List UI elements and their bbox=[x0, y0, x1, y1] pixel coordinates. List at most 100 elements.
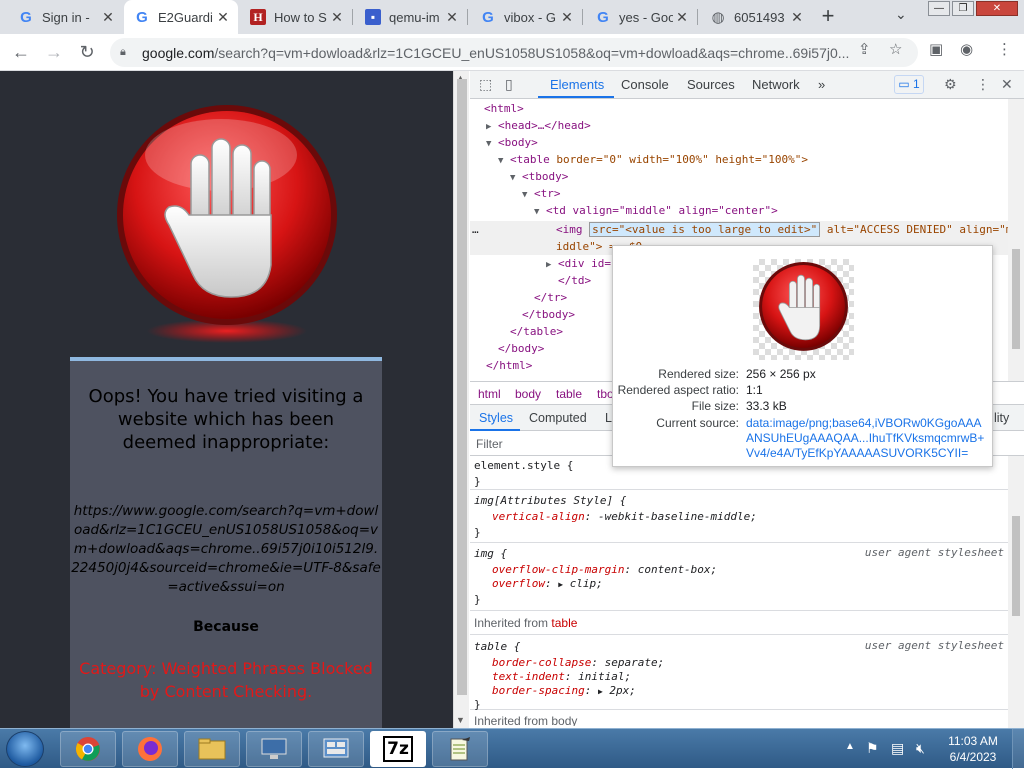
taskbar-notepad[interactable] bbox=[432, 731, 488, 767]
dom-node[interactable]: </td> bbox=[558, 272, 591, 289]
tab-computed[interactable]: Computed bbox=[529, 411, 587, 425]
styles-filter-input[interactable]: Filter bbox=[476, 437, 503, 451]
tab-6051493[interactable]: ◍ 6051493 ✕ bbox=[700, 0, 812, 34]
close-icon[interactable]: ✕ bbox=[558, 9, 576, 26]
current-source-link[interactable]: data:image/png;base64,iVBORw0KGgoAAAANSU… bbox=[746, 416, 986, 461]
dom-node[interactable]: <html> bbox=[484, 100, 524, 117]
tab-network[interactable]: Network bbox=[752, 77, 800, 92]
inspect-element-icon[interactable]: ⬚ bbox=[479, 76, 492, 93]
css-property[interactable]: border-collapse bbox=[492, 656, 591, 669]
scrollbar-thumb[interactable] bbox=[457, 79, 467, 695]
close-devtools-icon[interactable]: ✕ bbox=[1001, 76, 1013, 93]
collapse-triangle-icon[interactable]: ▼ bbox=[486, 136, 498, 153]
devtools-menu-icon[interactable]: ⋮ bbox=[976, 76, 990, 93]
dom-node[interactable]: </table> bbox=[510, 323, 563, 340]
action-center-flag-icon[interactable]: ⚑ bbox=[866, 740, 879, 757]
minimize-button[interactable]: — bbox=[928, 1, 950, 16]
dom-ellipsis[interactable]: … bbox=[472, 221, 479, 238]
close-icon[interactable]: ✕ bbox=[328, 9, 346, 26]
expand-triangle-icon[interactable]: ▶ bbox=[546, 257, 558, 274]
rule-img-attributes[interactable]: img[Attributes Style] { vertical-align: … bbox=[470, 491, 1008, 543]
profile-avatar-icon[interactable]: ◉ bbox=[960, 40, 973, 58]
close-icon[interactable]: ✕ bbox=[443, 9, 461, 26]
share-icon[interactable]: ⇪ bbox=[858, 40, 871, 58]
reload-icon[interactable]: ↻ bbox=[75, 40, 99, 64]
rule-table[interactable]: table { user agent stylesheet border-col… bbox=[470, 634, 1008, 711]
dom-node[interactable]: ▶ <div id=" bbox=[546, 255, 618, 272]
network-icon[interactable]: ▤ bbox=[891, 740, 904, 757]
css-property[interactable]: overflow bbox=[492, 577, 545, 590]
crumb-body[interactable]: body bbox=[515, 387, 541, 401]
tab-elements[interactable]: Elements bbox=[550, 77, 604, 92]
more-tabs-button[interactable]: » bbox=[818, 77, 825, 92]
dom-node[interactable]: ▼ <tbody> bbox=[510, 168, 568, 185]
new-tab-button[interactable]: + bbox=[816, 4, 840, 28]
show-hidden-icons-icon[interactable]: ▲ bbox=[845, 741, 855, 752]
tab-search-chevron-icon[interactable]: ⌄ bbox=[895, 6, 907, 23]
taskbar-chrome[interactable] bbox=[60, 731, 116, 767]
tab-e2guardian[interactable]: G E2Guardi ✕ bbox=[124, 0, 238, 34]
collapse-triangle-icon[interactable]: ▼ bbox=[522, 187, 534, 204]
dom-node[interactable]: ▼ <table border="0" width="100%" height="… bbox=[498, 151, 808, 168]
collapse-triangle-icon[interactable]: ▼ bbox=[498, 153, 510, 170]
close-icon[interactable]: ✕ bbox=[214, 9, 232, 26]
taskbar-control-panel[interactable] bbox=[308, 731, 364, 767]
dom-node[interactable]: ▼ <body> bbox=[486, 134, 538, 151]
dom-node[interactable]: </html> bbox=[486, 357, 532, 374]
address-bar[interactable]: 🔒︎ google.com/search?q=vm+dowload&rlz=1C… bbox=[110, 38, 918, 67]
rule-img[interactable]: img { user agent stylesheet overflow-cli… bbox=[470, 544, 1008, 611]
system-clock[interactable]: 11:03 AM 6/4/2023 bbox=[940, 733, 1006, 765]
css-value[interactable]: content-box; bbox=[638, 563, 717, 576]
taskbar-7zip[interactable]: 7z bbox=[370, 731, 426, 767]
taskbar-remote-desktop[interactable] bbox=[246, 731, 302, 767]
crumb-html[interactable]: html bbox=[478, 387, 501, 401]
device-toolbar-icon[interactable]: ▯ bbox=[505, 76, 513, 93]
dom-node[interactable]: </tbody> bbox=[522, 306, 575, 323]
collapse-triangle-icon[interactable]: ▼ bbox=[510, 170, 522, 187]
tab-qemu[interactable]: ▪ qemu-im ✕ bbox=[355, 0, 467, 34]
src-attribute[interactable]: src="<value is too large to edit>" bbox=[589, 222, 821, 237]
lock-icon[interactable]: 🔒︎ bbox=[120, 46, 134, 59]
side-panel-icon[interactable]: ▣ bbox=[929, 40, 943, 58]
crumb-table[interactable]: table bbox=[556, 387, 582, 401]
page-scrollbar[interactable]: ▲ ▼ bbox=[453, 71, 469, 728]
css-value[interactable]: -webkit-baseline-middle; bbox=[598, 510, 757, 523]
expand-triangle-icon[interactable]: ▶ bbox=[558, 580, 563, 589]
tab-accessibility[interactable]: lity bbox=[994, 411, 1009, 425]
css-value[interactable]: separate; bbox=[605, 656, 665, 669]
css-value[interactable]: clip; bbox=[570, 577, 603, 590]
tab-how-to[interactable]: H How to S ✕ bbox=[240, 0, 352, 34]
dom-node[interactable]: ▼ <tr> bbox=[522, 185, 561, 202]
bookmark-star-icon[interactable]: ☆ bbox=[889, 40, 902, 58]
close-icon[interactable]: ✕ bbox=[99, 9, 117, 26]
close-icon[interactable]: ✕ bbox=[673, 9, 691, 26]
dom-node[interactable]: ▶ <head>…</head> bbox=[486, 117, 591, 134]
css-property[interactable]: text-indent bbox=[492, 670, 565, 683]
forward-arrow-icon[interactable]: → bbox=[42, 40, 66, 64]
taskbar-firefox[interactable] bbox=[122, 731, 178, 767]
tab-sign-in[interactable]: G Sign in - ✕ bbox=[8, 0, 123, 34]
close-icon[interactable]: ✕ bbox=[788, 9, 806, 26]
scroll-down-arrow-icon[interactable]: ▼ bbox=[456, 715, 465, 725]
dom-scrollbar[interactable] bbox=[1008, 99, 1024, 381]
close-window-button[interactable]: ✕ bbox=[976, 1, 1018, 16]
dom-node[interactable]: </tr> bbox=[534, 289, 567, 306]
collapse-triangle-icon[interactable]: ▼ bbox=[534, 204, 546, 221]
restore-button[interactable]: ❐ bbox=[952, 1, 974, 16]
tab-yes[interactable]: G yes - Goo ✕ bbox=[585, 0, 697, 34]
dom-node-img[interactable]: <img src="<value is too large to edit>" … bbox=[556, 221, 1008, 238]
taskbar-file-explorer[interactable] bbox=[184, 731, 240, 767]
tab-sources[interactable]: Sources bbox=[687, 77, 735, 92]
css-property[interactable]: overflow-clip-margin bbox=[492, 563, 624, 576]
css-property[interactable]: border-spacing bbox=[492, 684, 585, 697]
css-property[interactable]: vertical-align bbox=[492, 510, 585, 523]
expand-triangle-icon[interactable]: ▶ bbox=[598, 687, 603, 696]
start-button[interactable] bbox=[6, 731, 44, 767]
settings-gear-icon[interactable]: ⚙ bbox=[944, 76, 957, 93]
scrollbar-thumb[interactable] bbox=[1012, 516, 1020, 616]
volume-muted-icon[interactable]: 🔇︎ bbox=[916, 740, 925, 757]
inherited-tag-link[interactable]: table bbox=[551, 616, 577, 630]
tab-console[interactable]: Console bbox=[621, 77, 669, 92]
show-desktop-button[interactable] bbox=[1012, 729, 1024, 769]
tab-styles[interactable]: Styles bbox=[479, 411, 513, 425]
